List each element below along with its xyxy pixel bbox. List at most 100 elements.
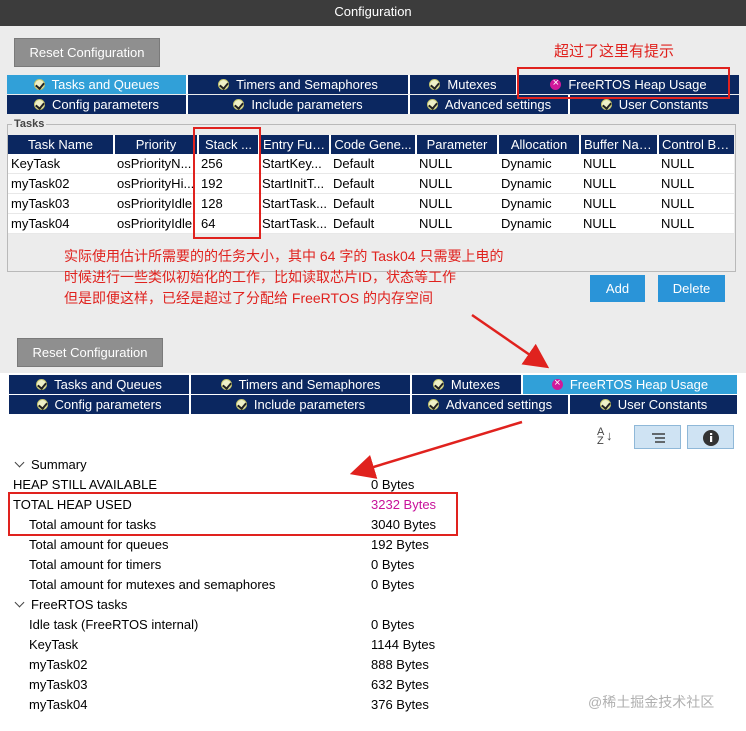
heap-task-value: 632 Bytes (371, 677, 429, 692)
heap-row-value: 0 Bytes (371, 557, 415, 572)
heap-summary-row[interactable]: Total amount for mutexes and semaphores 0… (0, 575, 746, 595)
col-code-generation[interactable]: Code Gene... (330, 135, 417, 154)
heap-task-row[interactable]: myTask02 888 Bytes (0, 655, 746, 675)
tab-tasks-and-queues[interactable]: Tasks and Queues (7, 75, 188, 94)
table-cell: NULL (658, 154, 734, 174)
heap-row-value: 192 Bytes (371, 537, 429, 552)
heap-task-row[interactable]: Idle task (FreeRTOS internal) 0 Bytes (0, 615, 746, 635)
tab-config-parameters[interactable]: Config parameters (7, 95, 188, 114)
tab-label: Timers and Semaphores (238, 377, 381, 392)
col-task-name[interactable]: Task Name (8, 135, 115, 154)
freertos-tasks-node[interactable]: FreeRTOS tasks (0, 595, 746, 615)
heap-row-name: Total amount for timers (29, 557, 162, 572)
table-cell: StartTask... (259, 213, 330, 234)
tab-label: Config parameters (52, 97, 159, 112)
table-cell: StartTask... (259, 193, 330, 214)
table-cell: NULL (658, 213, 734, 234)
table-cell: myTask03 (8, 193, 114, 214)
tab-label: Config parameters (54, 397, 162, 412)
check-icon (36, 399, 48, 410)
table-cell: Default (330, 193, 416, 214)
heap-row-name: Total amount for queues (29, 537, 169, 552)
tab-mutexes[interactable]: Mutexes (412, 375, 523, 394)
table-cell: StartInitT... (259, 173, 330, 194)
watermark-text: @稀土掘金技术社区 (588, 694, 715, 710)
sort-az-icon[interactable]: AZ (597, 427, 604, 447)
check-icon (427, 399, 439, 410)
tab-label: Include parameters (253, 397, 366, 412)
table-cell: Dynamic (498, 193, 580, 214)
col-parameter[interactable]: Parameter (416, 135, 499, 154)
table-cell: osPriorityHi... (114, 173, 198, 194)
tab-label: Advanced settings (444, 97, 552, 112)
summary-node[interactable]: Summary (0, 455, 746, 475)
tab-advanced-settings[interactable]: Advanced settings (412, 395, 570, 414)
col-allocation[interactable]: Allocation (498, 135, 581, 154)
col-control-block[interactable]: Control Blo... (658, 135, 734, 154)
tab-freertos-heap-usage[interactable]: FreeRTOS Heap Usage (523, 375, 737, 394)
tab-include-parameters[interactable]: Include parameters (191, 395, 412, 414)
heap-task-row[interactable]: KeyTask 1144 Bytes (0, 635, 746, 655)
chevron-down-icon (14, 597, 25, 608)
add-task-button[interactable]: Add (590, 275, 645, 302)
table-cell: StartKey... (259, 154, 330, 174)
table-row[interactable]: KeyTask osPriorityN... 256 StartKey... Defau… (8, 154, 734, 174)
table-cell: osPriorityN... (114, 154, 198, 174)
tab-label: FreeRTOS Heap Usage (569, 377, 709, 392)
tab-timers-and-semaphores[interactable]: Timers and Semaphores (188, 75, 410, 94)
table-cell: NULL (580, 193, 658, 214)
freertos-tasks-label: FreeRTOS tasks (31, 597, 128, 612)
delete-task-button[interactable]: Delete (658, 275, 725, 302)
tasks-table: Task Name Priority Stack ... Entry Fun..… (8, 135, 734, 234)
table-cell: Default (330, 154, 416, 174)
window-title: Configuration (334, 4, 412, 19)
col-entry-function[interactable]: Entry Fun... (259, 135, 331, 154)
tab-label: User Constants (618, 97, 709, 112)
tab-include-parameters[interactable]: Include parameters (188, 95, 410, 114)
tab-user-constants[interactable]: User Constants (570, 395, 737, 414)
heap-task-name: Idle task (FreeRTOS internal) (29, 617, 199, 632)
col-buffer-name[interactable]: Buffer Name (580, 135, 659, 154)
heap-summary-row[interactable]: Total amount for timers 0 Bytes (0, 555, 746, 575)
sort-arrow-icon: ↓ (606, 428, 613, 443)
table-cell: NULL (416, 154, 498, 174)
tab-label: Mutexes (450, 377, 501, 392)
list-icon (652, 433, 665, 443)
check-icon (429, 79, 441, 90)
table-row[interactable]: myTask02 osPriorityHi... 192 StartInitT... D… (8, 173, 734, 194)
table-cell: NULL (416, 173, 498, 194)
tab-mutexes[interactable]: Mutexes (410, 75, 518, 94)
tab-row-2-bottom: Config parameters Include parameters Adv… (9, 395, 737, 414)
col-priority[interactable]: Priority (114, 135, 199, 154)
check-icon (599, 399, 611, 410)
table-row[interactable]: myTask04 osPriorityIdle 64 StartTask... Defa… (8, 213, 734, 234)
annotation-explain-line-1: 实际使用估计所需要的的任务大小，其中 64 字的 Task04 只需要上电的 (64, 248, 504, 264)
tab-tasks-and-queues[interactable]: Tasks and Queues (9, 375, 191, 394)
annotation-explanation: 实际使用估计所需要的的任务大小，其中 64 字的 Task04 只需要上电的 时… (64, 246, 504, 309)
table-cell: NULL (580, 154, 658, 174)
heap-summary-row[interactable]: Total amount for queues 192 Bytes (0, 535, 746, 555)
table-cell: NULL (658, 173, 734, 194)
check-icon (218, 79, 230, 90)
tab-label: Include parameters (251, 97, 363, 112)
table-row[interactable]: myTask03 osPriorityIdle 128 StartTask... Def… (8, 193, 734, 214)
expand-list-button[interactable] (634, 425, 681, 449)
tab-label: Advanced settings (445, 397, 553, 412)
table-cell: NULL (580, 173, 658, 194)
table-cell: Default (330, 213, 416, 234)
heap-task-value: 376 Bytes (371, 697, 429, 712)
reset-configuration-button-2[interactable]: Reset Configuration (17, 338, 163, 367)
tab-config-parameters[interactable]: Config parameters (9, 395, 191, 414)
info-button[interactable] (687, 425, 734, 449)
heap-task-name: myTask04 (29, 697, 88, 712)
tasks-table-header: Task Name Priority Stack ... Entry Fun..… (8, 135, 734, 154)
reset-configuration-button[interactable]: Reset Configuration (14, 38, 160, 67)
check-icon (432, 379, 444, 390)
check-icon (34, 99, 46, 110)
tab-label: User Constants (617, 397, 708, 412)
tab-row-1-bottom: Tasks and Queues Timers and Semaphores M… (9, 375, 737, 394)
heap-task-name: myTask03 (29, 677, 88, 692)
table-cell: Dynamic (498, 173, 580, 194)
annotation-explain-line-2: 时候进行一些类似初始化的工作，比如读取芯片ID，状态等工作 (64, 269, 456, 285)
tab-timers-and-semaphores[interactable]: Timers and Semaphores (191, 375, 412, 394)
